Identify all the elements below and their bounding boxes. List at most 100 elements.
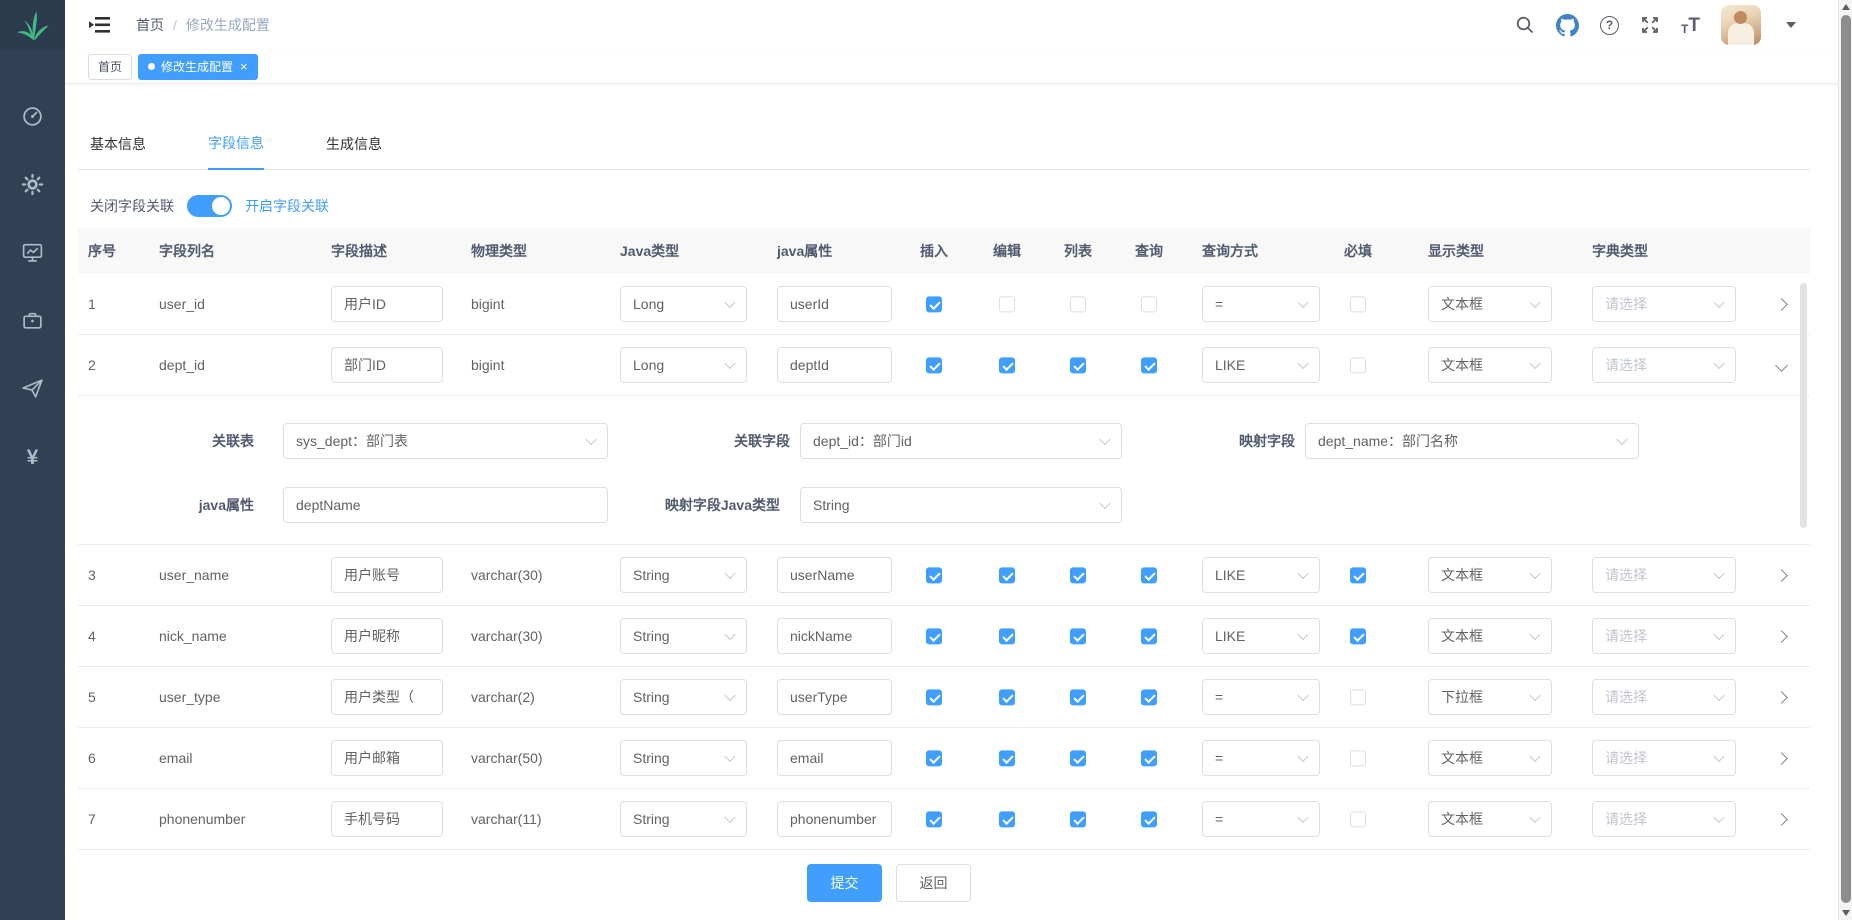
search-icon[interactable]: [1515, 15, 1535, 35]
expand-row-button[interactable]: [1761, 357, 1801, 373]
required-checkbox[interactable]: [1350, 297, 1366, 313]
description-input[interactable]: [331, 679, 443, 715]
edit-checkbox[interactable]: [999, 568, 1015, 584]
query-checkbox[interactable]: [1141, 751, 1157, 767]
java-type-select[interactable]: String: [620, 740, 747, 776]
query-type-select[interactable]: =: [1202, 679, 1320, 715]
query-type-select[interactable]: LIKE: [1202, 618, 1320, 654]
relation-table-select[interactable]: sys_dept：部门表: [283, 423, 608, 459]
sidebar-item-dashboard[interactable]: [0, 84, 65, 152]
sidebar-item-toolbox[interactable]: [0, 288, 65, 356]
java-type-select[interactable]: String: [620, 618, 747, 654]
close-icon[interactable]: ×: [240, 60, 248, 73]
display-type-select[interactable]: 文本框: [1428, 740, 1552, 776]
relation-toggle[interactable]: [187, 195, 232, 217]
breadcrumb-home[interactable]: 首页: [136, 15, 164, 35]
dict-type-select[interactable]: 请选择: [1592, 801, 1736, 837]
required-checkbox[interactable]: [1350, 358, 1366, 374]
sidebar-item-monitor[interactable]: [0, 220, 65, 288]
open-relation-link[interactable]: 开启字段关联: [245, 196, 329, 216]
query-type-select[interactable]: LIKE: [1202, 557, 1320, 593]
required-checkbox[interactable]: [1350, 690, 1366, 706]
description-input[interactable]: [331, 347, 443, 383]
java-type-select[interactable]: String: [620, 679, 747, 715]
dict-type-select[interactable]: 请选择: [1592, 679, 1736, 715]
fullscreen-icon[interactable]: [1640, 15, 1660, 35]
mapping-java-type-select[interactable]: String: [800, 487, 1122, 523]
edit-checkbox[interactable]: [999, 358, 1015, 374]
query-type-select[interactable]: =: [1202, 286, 1320, 322]
expand-row-button[interactable]: [1761, 689, 1801, 705]
list-checkbox[interactable]: [1070, 568, 1086, 584]
list-checkbox[interactable]: [1070, 751, 1086, 767]
query-checkbox[interactable]: [1141, 629, 1157, 645]
table-scrollbar-thumb[interactable]: [1800, 283, 1807, 528]
expand-row-button[interactable]: [1761, 567, 1801, 583]
list-checkbox[interactable]: [1070, 297, 1086, 313]
java-field-input[interactable]: [777, 801, 892, 837]
relation-field-select[interactable]: dept_id：部门id: [800, 423, 1122, 459]
edit-checkbox[interactable]: [999, 297, 1015, 313]
java-field-input[interactable]: [777, 618, 892, 654]
list-checkbox[interactable]: [1070, 629, 1086, 645]
description-input[interactable]: [331, 286, 443, 322]
dict-type-select[interactable]: 请选择: [1592, 347, 1736, 383]
avatar[interactable]: [1721, 5, 1761, 45]
tag-home[interactable]: 首页: [88, 54, 132, 80]
description-input[interactable]: [331, 557, 443, 593]
edit-checkbox[interactable]: [999, 690, 1015, 706]
query-checkbox[interactable]: [1141, 812, 1157, 828]
sidebar-item-send[interactable]: [0, 356, 65, 424]
query-type-select[interactable]: =: [1202, 801, 1320, 837]
java-type-select[interactable]: Long: [620, 286, 747, 322]
dict-type-select[interactable]: 请选择: [1592, 557, 1736, 593]
java-field-input[interactable]: [777, 740, 892, 776]
insert-checkbox[interactable]: [926, 568, 942, 584]
list-checkbox[interactable]: [1070, 812, 1086, 828]
display-type-select[interactable]: 文本框: [1428, 286, 1552, 322]
required-checkbox[interactable]: [1350, 812, 1366, 828]
query-checkbox[interactable]: [1141, 568, 1157, 584]
java-type-select[interactable]: String: [620, 801, 747, 837]
expand-row-button[interactable]: [1761, 296, 1801, 312]
expand-row-button[interactable]: [1761, 811, 1801, 827]
list-checkbox[interactable]: [1070, 690, 1086, 706]
java-field-input[interactable]: [777, 679, 892, 715]
required-checkbox[interactable]: [1350, 568, 1366, 584]
expand-row-button[interactable]: [1761, 750, 1801, 766]
edit-checkbox[interactable]: [999, 751, 1015, 767]
required-checkbox[interactable]: [1350, 751, 1366, 767]
insert-checkbox[interactable]: [926, 690, 942, 706]
tab-field-info[interactable]: 字段信息: [208, 133, 264, 170]
tag-active-page[interactable]: 修改生成配置 ×: [138, 54, 258, 80]
expand-row-button[interactable]: [1761, 628, 1801, 644]
dict-type-select[interactable]: 请选择: [1592, 286, 1736, 322]
help-icon[interactable]: ?: [1600, 16, 1619, 35]
java-field-input[interactable]: [777, 557, 892, 593]
insert-checkbox[interactable]: [926, 751, 942, 767]
sidebar-item-settings[interactable]: [0, 152, 65, 220]
insert-checkbox[interactable]: [926, 629, 942, 645]
query-checkbox[interactable]: [1141, 358, 1157, 374]
display-type-select[interactable]: 文本框: [1428, 347, 1552, 383]
insert-checkbox[interactable]: [926, 812, 942, 828]
display-type-select[interactable]: 下拉框: [1428, 679, 1552, 715]
dict-type-select[interactable]: 请选择: [1592, 618, 1736, 654]
insert-checkbox[interactable]: [926, 358, 942, 374]
query-checkbox[interactable]: [1141, 690, 1157, 706]
tab-basic-info[interactable]: 基本信息: [90, 134, 146, 169]
back-button[interactable]: 返回: [896, 864, 971, 902]
dict-type-select[interactable]: 请选择: [1592, 740, 1736, 776]
edit-checkbox[interactable]: [999, 812, 1015, 828]
description-input[interactable]: [331, 740, 443, 776]
mapping-field-select[interactable]: dept_name：部门名称: [1305, 423, 1639, 459]
query-type-select[interactable]: LIKE: [1202, 347, 1320, 383]
description-input[interactable]: [331, 801, 443, 837]
query-type-select[interactable]: =: [1202, 740, 1320, 776]
page-scrollbar[interactable]: [1838, 0, 1852, 920]
insert-checkbox[interactable]: [926, 297, 942, 313]
font-size-icon[interactable]: TT: [1681, 16, 1700, 35]
page-scrollbar-thumb[interactable]: [1841, 15, 1851, 903]
list-checkbox[interactable]: [1070, 358, 1086, 374]
java-field-input[interactable]: [777, 347, 892, 383]
